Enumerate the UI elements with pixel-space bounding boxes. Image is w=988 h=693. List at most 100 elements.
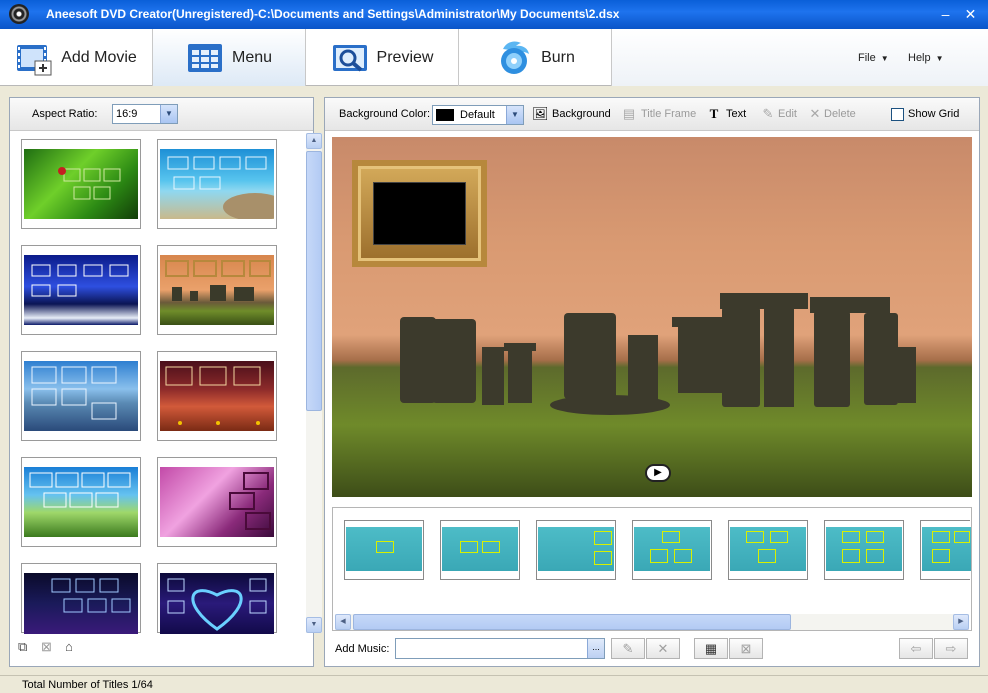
template-scrollbar[interactable]: ▲ ▼ xyxy=(306,133,322,633)
menu-template-1[interactable] xyxy=(21,139,141,229)
arrow-left-icon: ⇦ xyxy=(910,641,922,656)
page-thumbnail-image xyxy=(826,527,902,571)
scroll-right-icon[interactable]: ▶ xyxy=(953,614,969,630)
template-panel-header: Aspect Ratio: 16:9 ▼ xyxy=(10,98,313,131)
background-color-label: Background Color: xyxy=(339,108,431,120)
menu-editor-panel: Background Color: Default ▼ 🖼 Background… xyxy=(324,97,980,667)
strip-scrollbar[interactable]: ◀ ▶ xyxy=(335,614,969,630)
menu-page-thumbnail[interactable] xyxy=(728,520,808,580)
menu-page-thumbnail[interactable] xyxy=(632,520,712,580)
film-add-icon xyxy=(15,39,53,77)
background-color-value: Default xyxy=(460,109,495,121)
scroll-up-icon[interactable]: ▲ xyxy=(306,133,322,149)
menu-template-10[interactable] xyxy=(157,563,277,634)
title-frame-button[interactable]: Title Frame xyxy=(641,108,696,120)
play-button-icon[interactable]: ▶ xyxy=(645,464,671,482)
background-image-icon[interactable]: 🖼 xyxy=(532,106,549,122)
menu-template-8[interactable] xyxy=(157,457,277,547)
menu-page-thumbnail[interactable] xyxy=(824,520,904,580)
tab-preview-label: Preview xyxy=(376,48,434,66)
close-button[interactable]: ✕ xyxy=(960,4,981,25)
edit-pencil-icon[interactable]: ✎ xyxy=(760,106,776,122)
edit-music-button[interactable]: ✎ xyxy=(611,638,645,659)
text-tool-icon[interactable]: T xyxy=(706,106,722,122)
text-button[interactable]: Text xyxy=(726,108,746,120)
remove-layout-button[interactable]: ⊠ xyxy=(729,638,763,659)
menu-page-thumbnail[interactable] xyxy=(344,520,424,580)
help-menu[interactable]: Help ▼ xyxy=(908,52,944,64)
tab-menu[interactable]: Menu xyxy=(153,29,306,86)
template-thumbnail xyxy=(24,255,138,325)
scrollbar-thumb[interactable] xyxy=(353,614,791,630)
add-music-input[interactable]: ... xyxy=(395,638,605,659)
status-bar: Total Number of Titles 1/64 xyxy=(0,675,988,693)
menu-template-7[interactable] xyxy=(21,457,141,547)
app-disc-icon xyxy=(9,4,29,24)
menu-page-strip: ◀ ▶ xyxy=(332,507,972,631)
delete-button[interactable]: Delete xyxy=(824,108,856,120)
copy-template-icon[interactable]: ⧉ xyxy=(18,639,34,655)
chevron-down-icon[interactable]: ▼ xyxy=(160,105,177,123)
arrow-right-icon: ⇨ xyxy=(945,641,957,656)
menu-template-2[interactable] xyxy=(157,139,287,229)
home-icon[interactable]: ⌂ xyxy=(65,639,81,655)
browse-music-button[interactable]: ... xyxy=(587,639,604,658)
file-menu[interactable]: File ▼ xyxy=(858,52,889,64)
layout-button[interactable]: ▦ xyxy=(694,638,728,659)
scroll-down-icon[interactable]: ▼ xyxy=(306,617,322,633)
menu-page-thumbnail[interactable] xyxy=(536,520,616,580)
tab-add-movie-label: Add Movie xyxy=(61,48,137,66)
background-color-select[interactable]: Default ▼ xyxy=(432,105,524,125)
close-icon: ✕ xyxy=(657,641,669,656)
template-thumbnail xyxy=(24,573,138,634)
title-count-status: Total Number of Titles 1/64 xyxy=(22,679,153,691)
preview-icon xyxy=(331,39,369,77)
edit-button[interactable]: Edit xyxy=(778,108,797,120)
minimize-button[interactable]: – xyxy=(935,4,956,25)
tab-burn[interactable]: Burn xyxy=(459,29,612,86)
caret-down-icon: ▼ xyxy=(935,54,944,63)
show-grid-checkbox[interactable] xyxy=(891,108,904,121)
window-title: Aneesoft DVD Creator(Unregistered)-C:\Do… xyxy=(46,7,620,21)
title-frame-video xyxy=(373,182,466,245)
title-bar: Aneesoft DVD Creator(Unregistered)-C:\Do… xyxy=(0,0,988,29)
title-frame-icon[interactable]: ▤ xyxy=(621,106,637,122)
remove-music-button[interactable]: ✕ xyxy=(646,638,680,659)
tab-add-movie[interactable]: Add Movie xyxy=(0,29,153,86)
aspect-ratio-select[interactable]: 16:9 ▼ xyxy=(112,104,178,124)
scrollbar-thumb[interactable] xyxy=(306,151,322,411)
menu-template-9[interactable] xyxy=(21,563,141,634)
template-thumbnail xyxy=(160,149,287,221)
show-grid-label: Show Grid xyxy=(908,108,960,120)
title-frame[interactable] xyxy=(352,160,487,267)
background-button[interactable]: Background xyxy=(552,108,611,120)
tab-menu-label: Menu xyxy=(231,48,273,66)
next-page-button[interactable]: ⇨ xyxy=(934,638,968,659)
menu-grid-icon xyxy=(186,39,224,77)
page-thumbnail-image xyxy=(346,527,422,571)
menu-preview-canvas[interactable]: ▶ xyxy=(332,137,972,497)
grid-delete-icon: ⊠ xyxy=(740,641,752,656)
menu-page-thumbnail[interactable] xyxy=(440,520,520,580)
page-thumbnail-image xyxy=(442,527,518,571)
template-thumbnail xyxy=(24,149,138,219)
tab-burn-label: Burn xyxy=(541,48,575,66)
scroll-left-icon[interactable]: ◀ xyxy=(335,614,351,630)
pencil-icon: ✎ xyxy=(622,641,634,656)
menu-template-3[interactable] xyxy=(21,245,141,335)
color-swatch xyxy=(436,109,454,121)
previous-page-button[interactable]: ⇦ xyxy=(899,638,933,659)
aspect-ratio-label: Aspect Ratio: xyxy=(32,108,98,120)
template-thumbnail xyxy=(160,467,274,537)
page-thumbnail-image xyxy=(538,527,614,571)
menu-page-thumbnail[interactable] xyxy=(920,520,971,580)
tab-preview[interactable]: Preview xyxy=(306,29,459,86)
delete-template-icon[interactable]: ⊠ xyxy=(41,639,57,655)
template-panel: Aspect Ratio: 16:9 ▼ ▲ ▼ ⧉ ⊠ ⌂ xyxy=(9,97,322,667)
chevron-down-icon[interactable]: ▼ xyxy=(506,106,523,124)
file-menu-label: File xyxy=(858,52,876,64)
delete-x-icon[interactable]: ✕ xyxy=(807,106,823,122)
menu-template-5[interactable] xyxy=(21,351,141,441)
menu-template-4[interactable] xyxy=(157,245,277,335)
menu-template-6[interactable] xyxy=(157,351,277,441)
